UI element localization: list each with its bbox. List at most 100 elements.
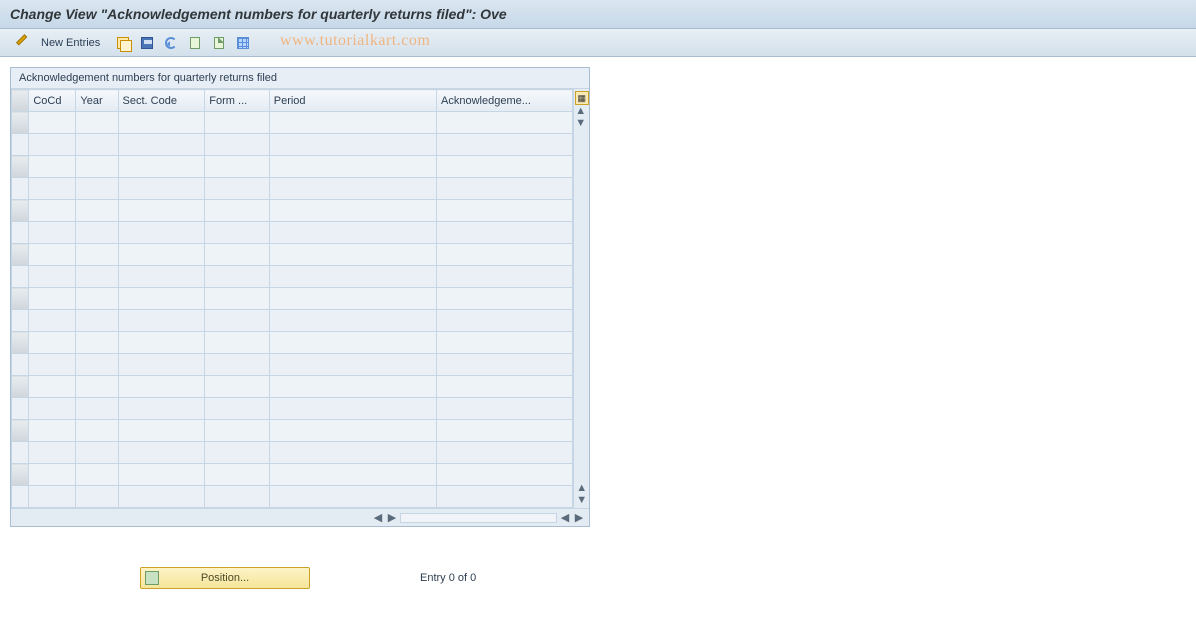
cell[interactable] [118,244,205,266]
cell[interactable] [29,376,76,398]
scroll-right-icon[interactable]: ▶ [573,512,585,524]
table-row[interactable] [12,486,573,508]
cell[interactable] [76,398,118,420]
cell[interactable] [205,332,269,354]
row-selector[interactable] [12,244,29,266]
copy-button[interactable] [113,33,133,53]
cell[interactable] [29,464,76,486]
cell[interactable] [118,266,205,288]
cell[interactable] [29,156,76,178]
cell[interactable] [437,310,573,332]
row-selector[interactable] [12,156,29,178]
cell[interactable] [118,486,205,508]
cell[interactable] [437,112,573,134]
table-row[interactable] [12,398,573,420]
cell[interactable] [76,288,118,310]
table-row[interactable] [12,134,573,156]
cell[interactable] [118,156,205,178]
cell[interactable] [118,376,205,398]
position-button[interactable]: Position... [140,567,310,589]
row-selector[interactable] [12,178,29,200]
data-table[interactable]: CoCd Year Sect. Code Form ... Period Ack… [11,89,573,508]
row-selector[interactable] [12,354,29,376]
cell[interactable] [118,442,205,464]
row-selector[interactable] [12,222,29,244]
row-selector[interactable] [12,266,29,288]
cell[interactable] [76,332,118,354]
cell[interactable] [269,354,436,376]
table-row[interactable] [12,464,573,486]
table-row[interactable] [12,244,573,266]
cell[interactable] [437,156,573,178]
scroll-right-step-icon[interactable]: ▶ [386,512,398,524]
row-selector[interactable] [12,310,29,332]
cell[interactable] [437,178,573,200]
cell[interactable] [29,266,76,288]
scroll-down-icon[interactable]: ▼ [576,494,588,506]
cell[interactable] [205,222,269,244]
cell[interactable] [76,200,118,222]
cell[interactable] [29,244,76,266]
cell[interactable] [269,420,436,442]
cell[interactable] [205,310,269,332]
cell[interactable] [118,222,205,244]
cell[interactable] [118,354,205,376]
cell[interactable] [269,112,436,134]
cell[interactable] [76,376,118,398]
row-selector[interactable] [12,134,29,156]
scroll-up-step-icon[interactable]: ▲ [576,482,588,494]
cell[interactable] [29,332,76,354]
table-row[interactable] [12,178,573,200]
row-selector[interactable] [12,200,29,222]
cell[interactable] [205,178,269,200]
deselect-all-button[interactable] [209,33,229,53]
cell[interactable] [118,420,205,442]
table-row[interactable] [12,156,573,178]
cell[interactable] [269,134,436,156]
table-row[interactable] [12,266,573,288]
cell[interactable] [205,354,269,376]
cell[interactable] [76,310,118,332]
toggle-edit-button[interactable] [8,33,28,53]
row-selector[interactable] [12,112,29,134]
cell[interactable] [205,112,269,134]
cell[interactable] [29,420,76,442]
row-selector[interactable] [12,376,29,398]
cell[interactable] [118,288,205,310]
table-row[interactable] [12,310,573,332]
table-row[interactable] [12,442,573,464]
cell[interactable] [118,310,205,332]
new-entries-button[interactable]: New Entries [32,34,109,52]
cell[interactable] [76,442,118,464]
cell[interactable] [205,288,269,310]
row-selector-header[interactable] [12,90,29,112]
cell[interactable] [437,376,573,398]
cell[interactable] [269,376,436,398]
hscroll-track[interactable] [400,513,557,523]
horizontal-scrollbar[interactable]: ◀ ▶ ◀ ▶ [11,508,589,526]
cell[interactable] [118,200,205,222]
table-row[interactable] [12,332,573,354]
select-all-button[interactable] [185,33,205,53]
cell[interactable] [437,354,573,376]
cell[interactable] [269,222,436,244]
cell[interactable] [76,156,118,178]
scroll-left-icon[interactable]: ◀ [372,512,384,524]
table-row[interactable] [12,200,573,222]
cell[interactable] [205,398,269,420]
cell[interactable] [437,486,573,508]
cell[interactable] [76,266,118,288]
cell[interactable] [437,398,573,420]
cell[interactable] [437,244,573,266]
row-selector[interactable] [12,442,29,464]
cell[interactable] [29,288,76,310]
cell[interactable] [29,310,76,332]
cell[interactable] [205,266,269,288]
undo-button[interactable] [161,33,181,53]
col-sectcode[interactable]: Sect. Code [118,90,205,112]
cell[interactable] [76,112,118,134]
table-config-icon[interactable]: ▦ [575,91,589,105]
save-button[interactable] [137,33,157,53]
cell[interactable] [205,486,269,508]
row-selector[interactable] [12,464,29,486]
